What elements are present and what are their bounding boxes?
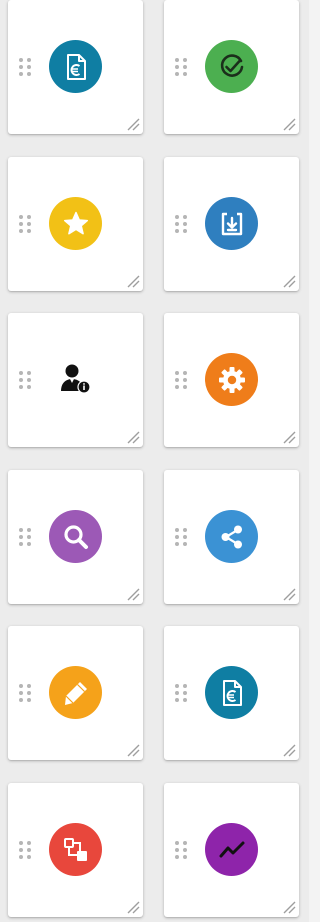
- resize-handle-icon[interactable]: [126, 430, 140, 444]
- resize-handle-icon[interactable]: [282, 900, 296, 914]
- resize-handle-icon[interactable]: [126, 117, 140, 131]
- scrollbar-track[interactable]: [309, 0, 320, 922]
- resize-handle-icon[interactable]: [282, 587, 296, 601]
- widget-tile-workflow[interactable]: [8, 783, 143, 917]
- widget-tile-share[interactable]: [164, 470, 299, 604]
- drag-handle-icon[interactable]: [174, 370, 188, 390]
- user-info-icon[interactable]: [51, 355, 101, 405]
- search-icon[interactable]: [49, 510, 102, 563]
- widget-tile-check-circle[interactable]: [164, 0, 299, 134]
- drag-handle-icon[interactable]: [174, 683, 188, 703]
- euro-document-icon[interactable]: [49, 40, 102, 93]
- widget-tile-user-info[interactable]: [8, 313, 143, 447]
- trend-chart-icon[interactable]: [205, 823, 258, 876]
- resize-handle-icon[interactable]: [282, 743, 296, 757]
- widget-tile-gear[interactable]: [164, 313, 299, 447]
- drag-handle-icon[interactable]: [18, 840, 32, 860]
- widget-tile-star[interactable]: [8, 157, 143, 291]
- widget-tile-pencil[interactable]: [8, 626, 143, 760]
- drag-handle-icon[interactable]: [18, 57, 32, 77]
- download-box-icon[interactable]: [205, 197, 258, 250]
- widget-tile-euro-document-2[interactable]: [164, 626, 299, 760]
- drag-handle-icon[interactable]: [174, 527, 188, 547]
- widget-tile-euro-document[interactable]: [8, 0, 143, 134]
- star-icon[interactable]: [49, 197, 102, 250]
- resize-handle-icon[interactable]: [126, 743, 140, 757]
- drag-handle-icon[interactable]: [18, 370, 32, 390]
- resize-handle-icon[interactable]: [282, 117, 296, 131]
- check-circle-icon[interactable]: [205, 40, 258, 93]
- widget-tile-download-box[interactable]: [164, 157, 299, 291]
- euro-document-icon[interactable]: [205, 666, 258, 719]
- widget-tile-search[interactable]: [8, 470, 143, 604]
- resize-handle-icon[interactable]: [282, 274, 296, 288]
- pencil-icon[interactable]: [49, 666, 102, 719]
- drag-handle-icon[interactable]: [174, 214, 188, 234]
- drag-handle-icon[interactable]: [174, 840, 188, 860]
- widget-grid: [0, 0, 320, 922]
- resize-handle-icon[interactable]: [282, 430, 296, 444]
- resize-handle-icon[interactable]: [126, 274, 140, 288]
- widget-tile-trend-chart[interactable]: [164, 783, 299, 917]
- drag-handle-icon[interactable]: [18, 214, 32, 234]
- share-icon[interactable]: [205, 510, 258, 563]
- drag-handle-icon[interactable]: [18, 527, 32, 547]
- drag-handle-icon[interactable]: [174, 57, 188, 77]
- gear-icon[interactable]: [205, 353, 258, 406]
- drag-handle-icon[interactable]: [18, 683, 32, 703]
- resize-handle-icon[interactable]: [126, 587, 140, 601]
- resize-handle-icon[interactable]: [126, 900, 140, 914]
- workflow-icon[interactable]: [49, 823, 102, 876]
